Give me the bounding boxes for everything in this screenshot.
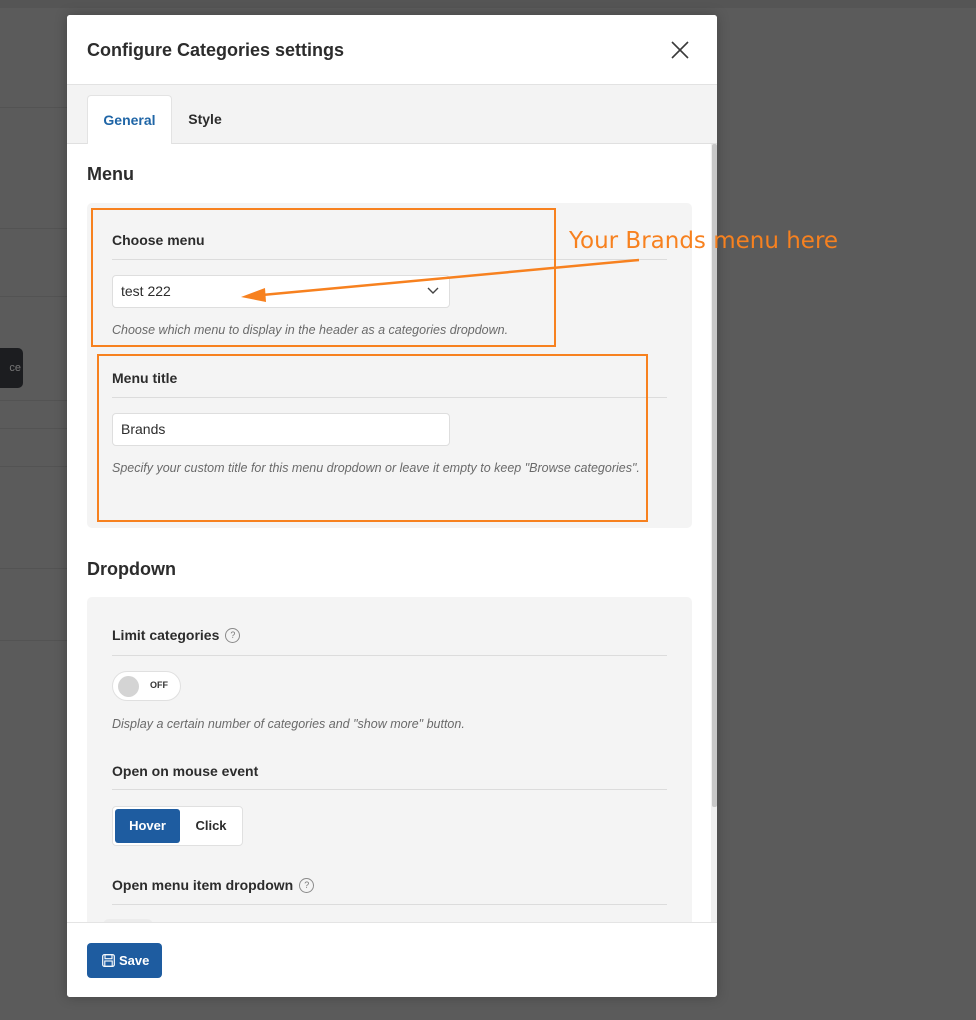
settings-modal: Configure Categories settings General St… [67, 15, 717, 997]
help-icon[interactable]: ? [299, 877, 315, 893]
annotation-note: Your Brands menu here [569, 228, 839, 254]
floppy-disk-icon [102, 954, 115, 967]
tab-bar: General Style [67, 85, 717, 145]
limit-categories-label-text: Limit categories [112, 627, 220, 643]
field-divider [112, 655, 667, 656]
section-title-menu: Menu [87, 164, 134, 184]
backdrop-divider [0, 296, 67, 297]
choose-menu-value: test 222 [121, 283, 171, 299]
help-icon[interactable]: ? [225, 627, 241, 643]
backdrop-divider [0, 428, 67, 429]
close-button[interactable] [669, 39, 691, 61]
backdrop-divider [0, 400, 67, 401]
dropdown-settings-panel: Limit categories? OFF Display a certain … [87, 597, 692, 922]
option-hover[interactable]: Hover [115, 809, 180, 843]
modal-body: Menu Choose menu test 222 Choose which m… [67, 144, 717, 922]
backdrop-button: ce [0, 348, 23, 388]
backdrop-divider [0, 107, 67, 108]
mouse-event-segmented-control: Hover Click [112, 806, 243, 846]
backdrop-divider [0, 640, 67, 641]
field-divider [112, 259, 667, 260]
toggle-knob [118, 676, 139, 697]
menu-title-label: Menu title [112, 370, 178, 386]
field-divider [112, 789, 667, 790]
section-title-dropdown: Dropdown [87, 559, 176, 579]
limit-categories-toggle[interactable]: OFF [112, 671, 181, 701]
menu-title-input[interactable]: Brands [112, 413, 450, 446]
backdrop-divider [0, 228, 67, 229]
field-divider [112, 904, 667, 905]
chevron-down-icon [427, 287, 439, 294]
open-menu-item-dropdown-label-text: Open menu item dropdown [112, 877, 294, 893]
save-button[interactable]: Save [87, 943, 162, 978]
tab-general[interactable]: General [87, 95, 172, 145]
open-menu-item-dropdown-label: Open menu item dropdown? [112, 877, 315, 894]
close-icon [671, 41, 689, 59]
modal-header: Configure Categories settings [67, 15, 717, 85]
open-mouse-event-label: Open on mouse event [112, 763, 259, 779]
modal-title: Configure Categories settings [87, 40, 345, 60]
backdrop-divider [0, 568, 67, 569]
field-divider [112, 397, 667, 398]
tab-style[interactable]: Style [175, 95, 235, 144]
choose-menu-select[interactable]: test 222 [112, 275, 450, 308]
limit-categories-hint: Display a certain number of categories a… [112, 717, 465, 731]
modal-footer: Save [67, 922, 717, 997]
backdrop-divider [0, 466, 67, 467]
choose-menu-hint: Choose which menu to display in the head… [112, 323, 509, 337]
choose-menu-label: Choose menu [112, 232, 205, 248]
toggle-state-label: OFF [150, 680, 168, 690]
save-label: Save [119, 953, 150, 968]
menu-title-value: Brands [121, 421, 166, 437]
menu-title-hint: Specify your custom title for this menu … [112, 461, 640, 475]
option-click[interactable]: Click [181, 809, 241, 843]
limit-categories-label: Limit categories? [112, 627, 241, 644]
backdrop-top-bar [0, 0, 976, 8]
